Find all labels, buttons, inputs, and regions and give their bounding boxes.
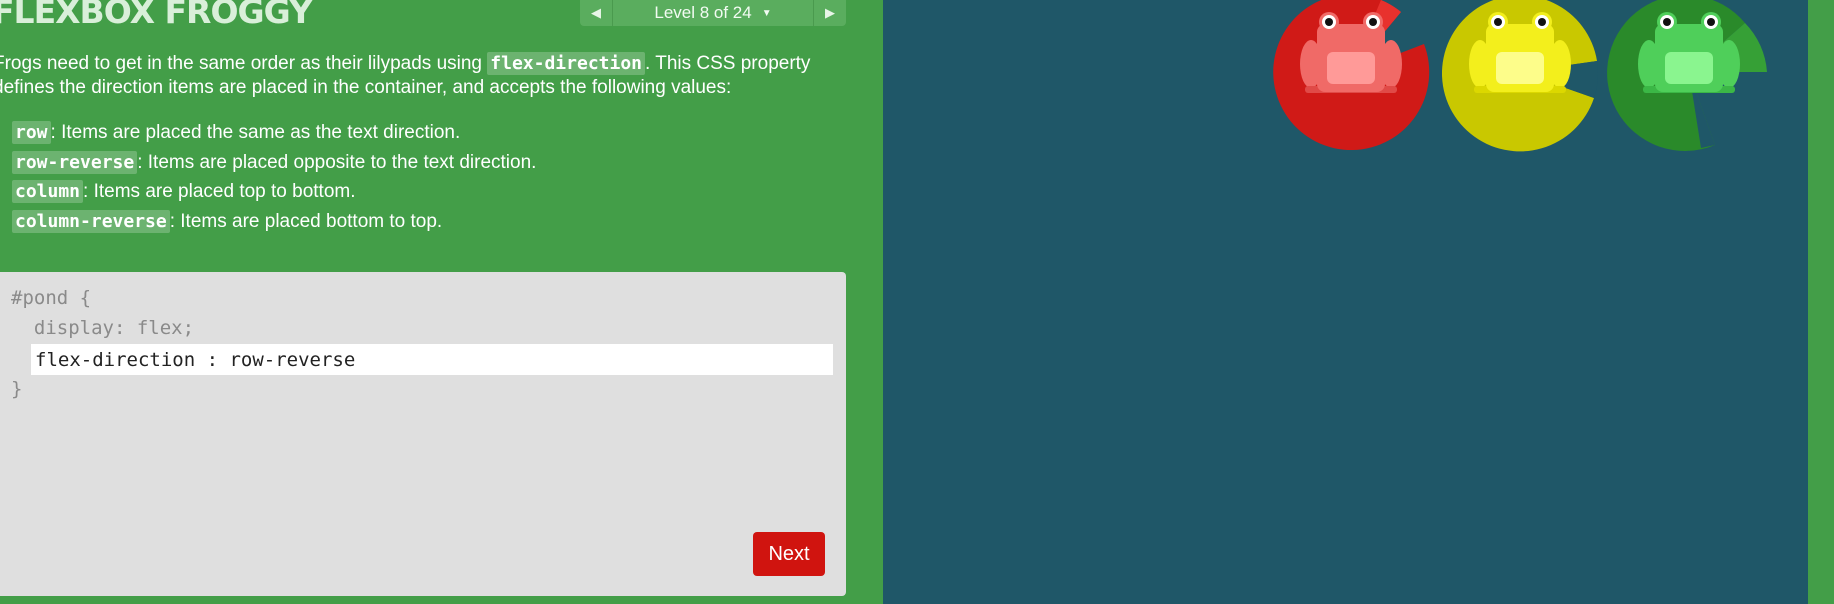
triangle-left-icon[interactable]: ◀: [580, 0, 613, 26]
level-indicator[interactable]: Level 8 of 24 ▼: [613, 3, 813, 23]
frog-icon: [1469, 12, 1571, 93]
sidebar: FLEXBOX FROGGY ◀ Level 8 of 24 ▼ ▶ Frogs…: [0, 0, 883, 604]
lilypad-green-item: [1605, 0, 1773, 156]
instructions: Frogs need to get in the same order as t…: [0, 52, 843, 100]
frog-icon: [1300, 12, 1402, 93]
level-nav: ◀ Level 8 of 24 ▼ ▶: [580, 0, 846, 26]
right-edge-strip: [1808, 0, 1834, 604]
code-line-selector: #pond {: [11, 287, 92, 309]
value-code: column-reverse: [12, 209, 170, 233]
list-item: column-reverse: Items are placed bottom …: [12, 207, 536, 237]
code-line-close: }: [11, 378, 23, 400]
value-code: row-reverse: [12, 150, 138, 174]
level-label: Level 8 of 24: [654, 3, 752, 22]
pond: [883, 0, 1808, 604]
property-code: flex-direction: [487, 52, 645, 75]
lilypad-yellow-item: [1436, 0, 1604, 156]
frog-icon: [1638, 12, 1740, 93]
next-button[interactable]: Next: [753, 532, 825, 576]
value-description: : Items are placed opposite to the text …: [137, 151, 537, 173]
app-title: FLEXBOX FROGGY: [0, 0, 313, 31]
list-item: row-reverse: Items are placed opposite t…: [12, 148, 536, 178]
instructions-paragraph: Frogs need to get in the same order as t…: [0, 52, 843, 100]
css-answer-input[interactable]: [31, 344, 833, 375]
code-editor: #pond { display: flex; } Next: [0, 272, 846, 596]
caret-down-icon: ▼: [761, 7, 772, 19]
lilypad-red-item: [1267, 0, 1435, 156]
code-line-display: display: flex;: [11, 317, 195, 339]
value-code: column: [12, 180, 84, 203]
values-list: row: Items are placed the same as the te…: [12, 118, 536, 236]
value-description: : Items are placed bottom to top.: [169, 210, 443, 232]
triangle-right-icon[interactable]: ▶: [813, 0, 846, 26]
instructions-text-before: Frogs need to get in the same order as t…: [0, 53, 488, 74]
list-item: row: Items are placed the same as the te…: [12, 118, 536, 148]
value-description: : Items are placed the same as the text …: [50, 122, 461, 143]
value-description: : Items are placed top to bottom.: [83, 181, 356, 202]
list-item: column: Items are placed top to bottom.: [12, 177, 536, 207]
value-code: row: [12, 121, 51, 144]
